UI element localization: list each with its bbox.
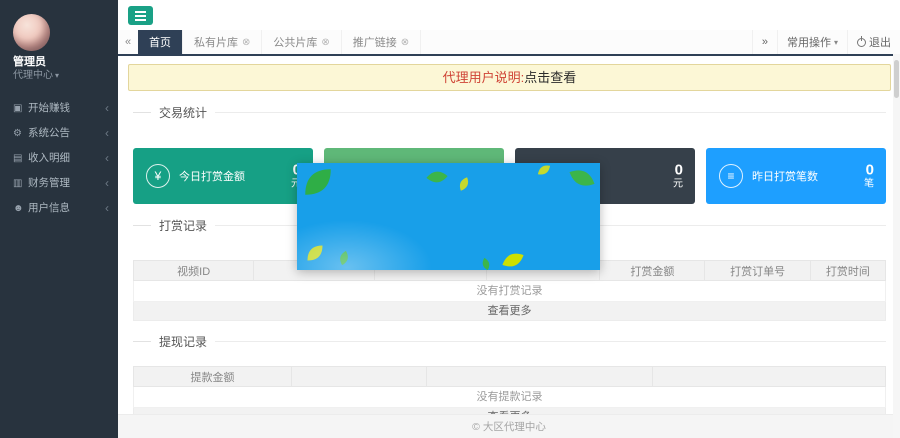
tab-label: 首页: [149, 34, 171, 50]
leaf-icon: [305, 243, 325, 263]
avatar[interactable]: [13, 14, 50, 51]
notice-banner[interactable]: 代理用户说明:点击查看: [128, 64, 891, 91]
leaf-icon: [301, 165, 335, 199]
footer: © 大区代理中心: [118, 414, 900, 438]
tab-bar: « 首页 私有片库 ⊗ 公共片库 ⊗ 推广链接 ⊗ » 常用操作▾ 退出: [118, 30, 900, 56]
stat-card-value: 0笔: [864, 162, 874, 191]
sidebar-item-user-info[interactable]: ☻用户信息 ‹: [0, 196, 118, 221]
chevron-left-icon: ‹: [105, 146, 109, 171]
divider: [133, 112, 151, 113]
leaf-icon: [334, 248, 353, 267]
leaf-icon: [565, 163, 598, 195]
column-header: 打赏金额: [600, 261, 705, 281]
column-header: 打赏时间: [810, 261, 885, 281]
sidebar-item-label: 财务管理: [28, 177, 70, 189]
sidebar-item-label: 开始赚钱: [28, 102, 70, 114]
notice-action-link[interactable]: 点击查看: [524, 70, 576, 85]
withdraw-table-header-row: 提款金额: [134, 367, 886, 387]
tab-label: 公共片库: [273, 34, 317, 50]
section-label: 打赏记录: [159, 217, 207, 234]
leaf-icon: [455, 175, 473, 193]
stat-card: ¥今日打赏金额0元: [133, 148, 313, 204]
leaf-icon: [499, 246, 527, 270]
users-icon: ☻: [13, 196, 28, 221]
floating-video-overlay[interactable]: [297, 163, 600, 270]
tab-home[interactable]: 首页: [138, 30, 183, 54]
tab-bar-right: » 常用操作▾ 退出: [752, 30, 900, 54]
column-header: 打赏订单号: [705, 261, 810, 281]
close-icon[interactable]: ⊗: [321, 37, 329, 48]
sidebar: 管理员 代理中心▾ ▣开始赚钱‹⚙系统公告‹▤收入明细‹▥财务管理‹☻用户信息‹: [0, 0, 118, 438]
tips-empty-row: 没有打赏记录: [133, 281, 886, 302]
income-icon: ▤: [13, 146, 28, 171]
tab-public-library[interactable]: 公共片库 ⊗: [262, 30, 341, 54]
sidebar-item-start-earning[interactable]: ▣开始赚钱 ‹: [0, 96, 118, 121]
common-actions-dropdown[interactable]: 常用操作▾: [777, 30, 847, 54]
section-label: 提现记录: [159, 333, 207, 350]
chevron-left-icon: ‹: [105, 121, 109, 146]
role-label: 代理中心: [13, 70, 53, 81]
hamburger-icon: [135, 15, 146, 17]
leaf-icon: [423, 163, 451, 191]
column-header: [652, 367, 885, 387]
logout-button[interactable]: 退出: [847, 30, 900, 54]
withdraw-empty-row: 没有提款记录: [133, 387, 886, 408]
section-title-withdrawals: 提现记录: [133, 333, 886, 350]
caret-down-icon: ▾: [55, 71, 59, 80]
leaf-icon: [536, 163, 552, 178]
sidebar-nav: ▣开始赚钱 ‹ ⚙系统公告 ‹ ▤收入明细 ‹ ▥财务管理 ‹ ☻用户信息 ‹: [0, 96, 118, 221]
stat-card-value: 0元: [673, 162, 683, 191]
sidebar-item-announcements[interactable]: ⚙系统公告 ‹: [0, 121, 118, 146]
column-header: 视频ID: [134, 261, 254, 281]
menu-toggle-button[interactable]: [128, 6, 153, 25]
gear-icon: ⚙: [13, 121, 28, 146]
tab-label: 推广链接: [353, 34, 397, 50]
menu-icon: ≡: [719, 164, 743, 188]
chevron-left-icon: ‹: [105, 96, 109, 121]
tab-private-library[interactable]: 私有片库 ⊗: [183, 30, 262, 54]
divider: [133, 225, 151, 226]
tips-view-more-button[interactable]: 查看更多: [133, 302, 886, 321]
column-header: 提款金额: [134, 367, 292, 387]
tab-label: 私有片库: [194, 34, 238, 50]
sidebar-item-label: 收入明细: [28, 152, 70, 164]
notice-prefix: 代理用户说明:: [443, 70, 525, 85]
stat-card-label: 今日打赏金额: [179, 168, 245, 184]
stat-card: ≡ 昨日打赏笔数 0笔: [706, 148, 886, 204]
sidebar-item-finance[interactable]: ▥财务管理 ‹: [0, 171, 118, 196]
leaf-icon: [478, 256, 494, 270]
role-dropdown[interactable]: 代理中心▾: [13, 66, 59, 81]
divider: [215, 112, 886, 113]
logout-label: 退出: [869, 34, 891, 50]
stat-card-label: 昨日打赏笔数: [752, 168, 818, 184]
caret-down-icon: ▾: [834, 38, 838, 47]
sidebar-item-label: 系统公告: [28, 127, 70, 139]
sidebar-item-label: 用户信息: [28, 202, 70, 214]
tab-promo-link[interactable]: 推广链接 ⊗: [342, 30, 421, 54]
top-header: [118, 0, 900, 30]
chevron-left-icon: ‹: [105, 171, 109, 196]
divider: [133, 341, 151, 342]
close-icon[interactable]: ⊗: [401, 37, 409, 48]
section-title-stats: 交易统计: [133, 104, 886, 121]
column-header: [427, 367, 653, 387]
section-label: 交易统计: [159, 104, 207, 121]
finance-icon: ▥: [13, 171, 28, 196]
tabs: 首页 私有片库 ⊗ 公共片库 ⊗ 推广链接 ⊗: [138, 30, 421, 54]
scrollbar[interactable]: [893, 54, 900, 438]
divider: [215, 341, 886, 342]
chevron-left-icon: ‹: [105, 196, 109, 221]
scroll-tabs-right-icon[interactable]: »: [752, 30, 777, 54]
yen-icon: ¥: [146, 164, 170, 188]
common-actions-label: 常用操作: [787, 34, 831, 50]
scrollbar-thumb[interactable]: [894, 60, 899, 98]
close-icon[interactable]: ⊗: [242, 37, 250, 48]
monitor-icon: ▣: [13, 96, 28, 121]
sidebar-item-income-details[interactable]: ▤收入明细 ‹: [0, 146, 118, 171]
column-header: [291, 367, 426, 387]
scroll-tabs-left-icon[interactable]: «: [118, 30, 138, 54]
main-area: « 首页 私有片库 ⊗ 公共片库 ⊗ 推广链接 ⊗ » 常用操作▾ 退出 代理用户说明:点击…: [118, 0, 900, 438]
power-icon: [857, 38, 866, 47]
app-root: 管理员 代理中心▾ ▣开始赚钱‹⚙系统公告‹▤收入明细‹▥财务管理‹☻用户信息‹…: [0, 0, 900, 438]
